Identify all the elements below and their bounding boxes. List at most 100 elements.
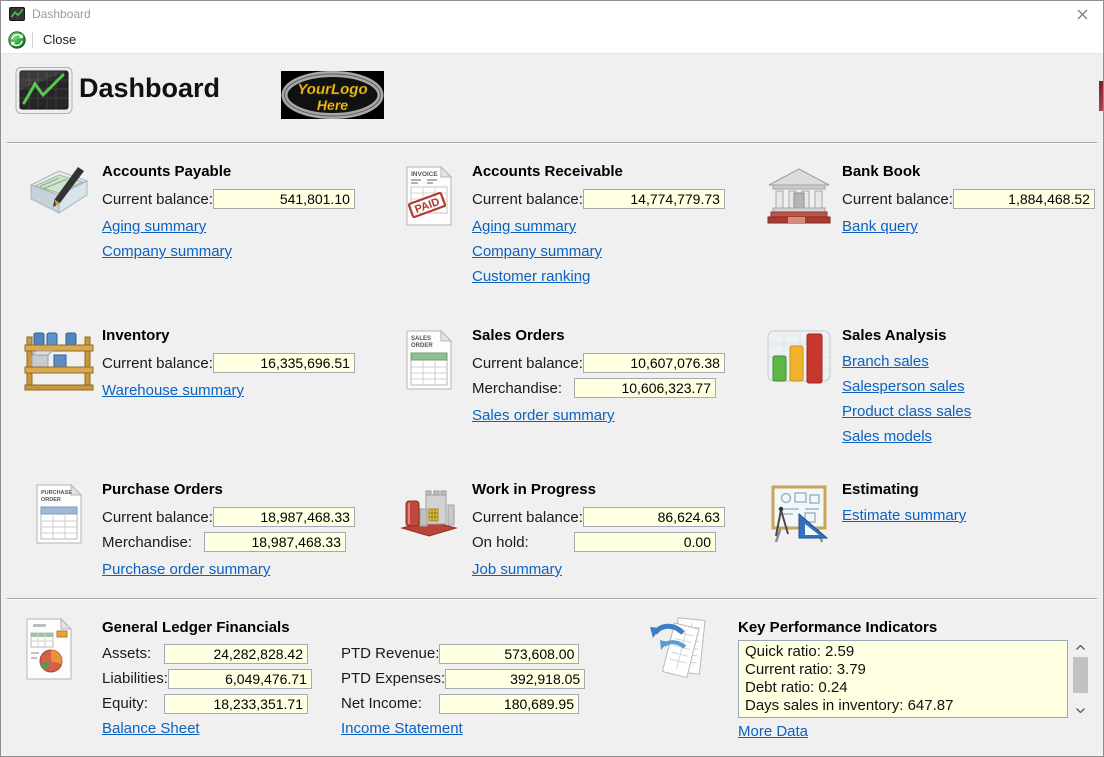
clipped-edge-graphic <box>1099 81 1103 111</box>
toolbar-separator <box>32 32 33 48</box>
current-balance-field[interactable] <box>583 507 725 527</box>
kpi-scrollbar[interactable] <box>1072 640 1089 718</box>
section-title: Sales Analysis <box>842 327 1091 344</box>
link-estimate-summary[interactable]: Estimate summary <box>842 507 966 524</box>
merchandise-field[interactable] <box>574 378 716 398</box>
merchandise-field[interactable] <box>204 532 346 552</box>
purchase-order-label-1: PURCHASE <box>41 490 72 496</box>
section-title: Inventory <box>102 327 385 344</box>
dashboard-chart-icon <box>15 66 73 118</box>
purchase-order-document-icon: PURCHASE ORDER <box>15 477 102 637</box>
current-balance-field[interactable] <box>953 189 1095 209</box>
field-label: Current balance: <box>102 355 213 372</box>
section-title: Sales Orders <box>472 327 755 344</box>
field-row: Current balance: <box>472 189 716 209</box>
field-row: Current balance: <box>472 353 716 373</box>
section-sales-orders: SALES ORDER Sales Orders Current balance… <box>385 323 755 477</box>
field-label: Current balance: <box>102 509 213 526</box>
link-purchase-order-summary[interactable]: Purchase order summary <box>102 561 270 578</box>
logo-text-line1: YourLogo <box>297 81 367 98</box>
your-logo-image: YourLogo Here <box>281 71 384 119</box>
link-warehouse-summary[interactable]: Warehouse summary <box>102 382 244 399</box>
section-title: Estimating <box>842 481 1091 498</box>
general-ledger-title: General Ledger Financials <box>102 619 290 636</box>
current-balance-field[interactable] <box>213 507 355 527</box>
kpi-pages-arrows-icon <box>649 615 707 681</box>
kpi-line: Current ratio: 3.79 <box>745 661 1061 679</box>
link-product-class-sales[interactable]: Product class sales <box>842 403 971 420</box>
factory-icon <box>385 477 472 637</box>
field-label: PTD Revenue: <box>341 645 439 662</box>
field-row: Current balance: <box>472 507 716 527</box>
ptd-revenue-field[interactable] <box>439 644 579 664</box>
section-title: Purchase Orders <box>102 481 385 498</box>
field-row: Current balance: <box>102 507 346 527</box>
section-inventory: Inventory Current balance: Warehouse sum… <box>15 323 385 477</box>
scrollbar-thumb[interactable] <box>1073 657 1088 693</box>
bar-chart-icon <box>755 323 842 477</box>
current-balance-field[interactable] <box>213 353 355 373</box>
link-branch-sales[interactable]: Branch sales <box>842 353 929 370</box>
kpi-line: Quick ratio: 2.59 <box>745 643 1061 661</box>
refresh-icon[interactable] <box>8 31 26 49</box>
link-customer-ranking[interactable]: Customer ranking <box>472 268 590 285</box>
link-sales-order-summary[interactable]: Sales order summary <box>472 407 615 424</box>
kpi-listbox[interactable]: Quick ratio: 2.59 Current ratio: 3.79 De… <box>738 640 1068 718</box>
field-label: Merchandise: <box>472 380 562 397</box>
field-row: On hold: <box>472 532 716 552</box>
section-accounts-receivable: INVOICE PAID Accounts Receivable Current… <box>385 159 755 323</box>
field-label: On hold: <box>472 534 529 551</box>
section-work-in-progress: Work in Progress Current balance: On hol… <box>385 477 755 637</box>
title-bar: Dashboard <box>1 1 1103 27</box>
liabilities-field[interactable] <box>168 669 312 689</box>
link-salesperson-sales[interactable]: Salesperson sales <box>842 378 965 395</box>
link-balance-sheet[interactable]: Balance Sheet <box>102 720 200 737</box>
sales-order-label-1: SALES <box>411 336 431 342</box>
field-label: Equity: <box>102 695 148 712</box>
invoice-paid-icon: INVOICE PAID <box>385 159 472 323</box>
field-row: Assets: <box>102 643 308 664</box>
bank-building-icon <box>755 159 842 323</box>
scroll-up-icon[interactable] <box>1072 640 1089 655</box>
link-company-summary[interactable]: Company summary <box>102 243 232 260</box>
current-balance-field[interactable] <box>213 189 355 209</box>
page-title: Dashboard <box>79 73 220 104</box>
link-aging-summary[interactable]: Aging summary <box>102 218 206 235</box>
dashboard-window: Dashboard Close Dashboard <box>0 0 1104 757</box>
assets-field[interactable] <box>164 644 308 664</box>
field-label: Assets: <box>102 645 151 662</box>
purchase-order-label-2: ORDER <box>41 497 61 503</box>
link-company-summary[interactable]: Company summary <box>472 243 602 260</box>
equity-field[interactable] <box>164 694 308 714</box>
window-close-icon[interactable] <box>1069 4 1095 24</box>
kpi-line: Debt ratio: 0.24 <box>745 679 1061 697</box>
link-more-data[interactable]: More Data <box>738 723 808 740</box>
section-accounts-payable: Accounts Payable Current balance: Aging … <box>15 159 385 323</box>
current-balance-field[interactable] <box>583 189 725 209</box>
ptd-expenses-field[interactable] <box>445 669 585 689</box>
net-income-field[interactable] <box>439 694 579 714</box>
financial-report-icon <box>23 617 75 681</box>
field-row: Equity: <box>102 693 308 714</box>
field-label: PTD Expenses: <box>341 670 445 687</box>
link-bank-query[interactable]: Bank query <box>842 218 918 235</box>
warehouse-shelf-icon <box>15 323 102 477</box>
link-aging-summary[interactable]: Aging summary <box>472 218 576 235</box>
section-bank-book: Bank Book Current balance: Bank query <box>755 159 1091 323</box>
link-income-statement[interactable]: Income Statement <box>341 720 463 737</box>
section-sales-analysis: Sales Analysis Branch sales Salesperson … <box>755 323 1091 477</box>
field-row: PTD Revenue: <box>341 643 579 664</box>
link-job-summary[interactable]: Job summary <box>472 561 562 578</box>
field-row: PTD Expenses: <box>341 668 579 689</box>
current-balance-field[interactable] <box>583 353 725 373</box>
window-title: Dashboard <box>32 1 91 27</box>
link-sales-models[interactable]: Sales models <box>842 428 932 445</box>
close-button[interactable]: Close <box>43 27 76 53</box>
logo-text-line2: Here <box>317 97 348 113</box>
section-title: Accounts Receivable <box>472 163 755 180</box>
on-hold-field[interactable] <box>574 532 716 552</box>
scroll-down-icon[interactable] <box>1072 703 1089 718</box>
sales-order-document-icon: SALES ORDER <box>385 323 472 477</box>
kpi-line: Days sales in inventory: 647.87 <box>745 697 1061 715</box>
field-row: Net Income: <box>341 693 579 714</box>
